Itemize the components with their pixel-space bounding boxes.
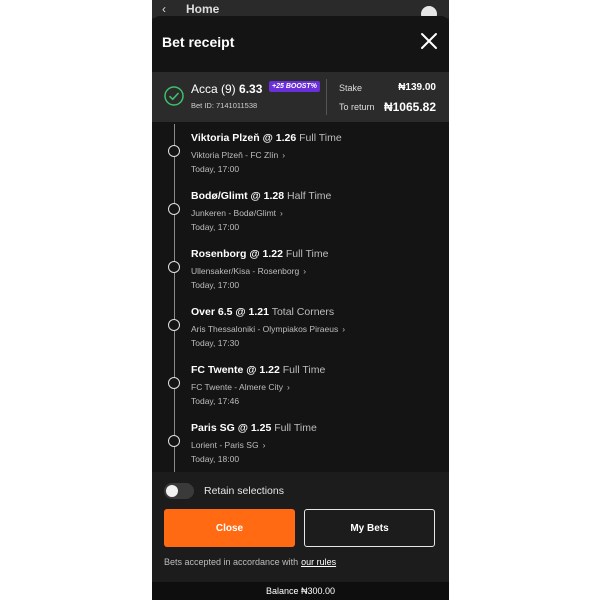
- chevron-right-icon: ›: [342, 324, 346, 334]
- back-icon[interactable]: ‹: [162, 2, 166, 16]
- return-value: ₦1065.82: [383, 100, 436, 114]
- timeline-dot: [168, 145, 180, 157]
- boost-badge: +25 BOOST%: [269, 81, 320, 92]
- event-time: Today, 17:00: [191, 280, 240, 290]
- selection-market: Full Time: [274, 422, 317, 434]
- modal-title: Bet receipt: [162, 34, 235, 50]
- selection-pick: Rosenborg @ 1.22: [191, 248, 283, 260]
- event-time: Today, 17:00: [191, 222, 240, 232]
- bet-receipt-modal: Bet receipt Acca (9) 6.33 +25 BOOST% Bet…: [152, 16, 449, 600]
- selections-list[interactable]: Viktoria Plzeň @ 1.26 Full Time Viktoria…: [152, 124, 449, 472]
- receipt-footer: Retain selections Close My Bets Bets acc…: [152, 472, 449, 600]
- phone-screen: ‹ Home Bet receipt Acca (9) 6.33 +25 BOO…: [152, 0, 449, 600]
- chevron-right-icon: ›: [280, 208, 283, 218]
- my-bets-button[interactable]: My Bets: [304, 509, 435, 547]
- selection-market: Full Time: [282, 364, 326, 376]
- balance-display: Balance ₦300.00: [152, 582, 449, 600]
- close-button[interactable]: Close: [164, 509, 295, 547]
- divider: [326, 79, 327, 115]
- selection-market: Full Time: [299, 132, 342, 144]
- event-name: Lorient - Paris SG: [191, 440, 259, 450]
- bet-summary: Acca (9) 6.33 +25 BOOST% Bet ID: 7141011…: [152, 72, 449, 122]
- selection-pick: Over 6.5 @ 1.21: [191, 306, 269, 318]
- toggle-knob: [166, 485, 178, 497]
- event-time: Today, 17:46: [191, 396, 240, 406]
- total-odds: 6.33: [239, 82, 263, 96]
- event-name: FC Twente - Almere City: [191, 382, 283, 392]
- list-item[interactable]: FC Twente @ 1.22 Full Time FC Twente - A…: [152, 356, 449, 414]
- event-time: Today, 17:30: [191, 338, 240, 348]
- event-time: Today, 17:00: [191, 164, 240, 174]
- chevron-right-icon: ›: [282, 150, 286, 160]
- list-item[interactable]: Viktoria Plzeň @ 1.26 Full Time Viktoria…: [152, 124, 449, 182]
- bet-id: Bet ID: 7141011538: [191, 101, 258, 110]
- terms-text: Bets accepted in accordance with: [164, 557, 299, 567]
- bet-type: Acca (9): [191, 82, 236, 96]
- retain-selections-toggle[interactable]: [164, 483, 194, 499]
- event-name: Viktoria Plzeň - FC Zlín: [191, 150, 279, 160]
- rules-link[interactable]: our rules: [301, 557, 336, 567]
- event-name: Ullensaker/Kisa - Rosenborg: [191, 266, 300, 276]
- event-time: Today, 18:00: [191, 454, 240, 464]
- chevron-right-icon: ›: [303, 266, 307, 276]
- list-item[interactable]: Bodø/Glimt @ 1.28 Half Time Junkeren - B…: [152, 182, 449, 240]
- event-name: Junkeren - Bodø/Glimt: [191, 208, 277, 218]
- stake-value: ₦139.00: [398, 82, 436, 93]
- bet-type-odds: Acca (9) 6.33: [191, 82, 262, 96]
- selection-market: Half Time: [287, 190, 332, 202]
- chevron-right-icon: ›: [262, 440, 266, 450]
- selection-market: Total Corners: [271, 306, 335, 318]
- selection-pick: FC Twente @ 1.22: [191, 364, 280, 376]
- list-item[interactable]: Rosenborg @ 1.22 Full Time Ullensaker/Ki…: [152, 240, 449, 298]
- timeline-dot: [168, 319, 180, 331]
- selection-market: Full Time: [285, 248, 329, 260]
- timeline-dot: [168, 435, 180, 447]
- check-circle-icon: [164, 86, 184, 111]
- nav-title: Home: [186, 2, 220, 16]
- timeline-dot: [168, 261, 180, 273]
- selection-pick: Paris SG @ 1.25: [191, 422, 272, 434]
- list-item[interactable]: Paris SG @ 1.25 Full Time Lorient - Pari…: [152, 414, 449, 472]
- chevron-right-icon: ›: [286, 382, 290, 392]
- stake-label: Stake: [339, 83, 363, 93]
- event-name: Aris Thessaloniki - Olympiakos Piraeus: [191, 324, 339, 334]
- list-item[interactable]: Over 6.5 @ 1.21 Total Corners Aris Thess…: [152, 298, 449, 356]
- retain-selections-label: Retain selections: [204, 485, 284, 497]
- terms-note: Bets accepted in accordance with our rule…: [164, 557, 336, 567]
- selection-pick: Bodø/Glimt @ 1.28: [191, 190, 285, 202]
- timeline-dot: [168, 203, 180, 215]
- timeline-dot: [168, 377, 180, 389]
- close-icon[interactable]: [419, 31, 439, 51]
- return-label: To return: [339, 102, 375, 112]
- selection-pick: Viktoria Plzeň @ 1.26: [191, 132, 297, 144]
